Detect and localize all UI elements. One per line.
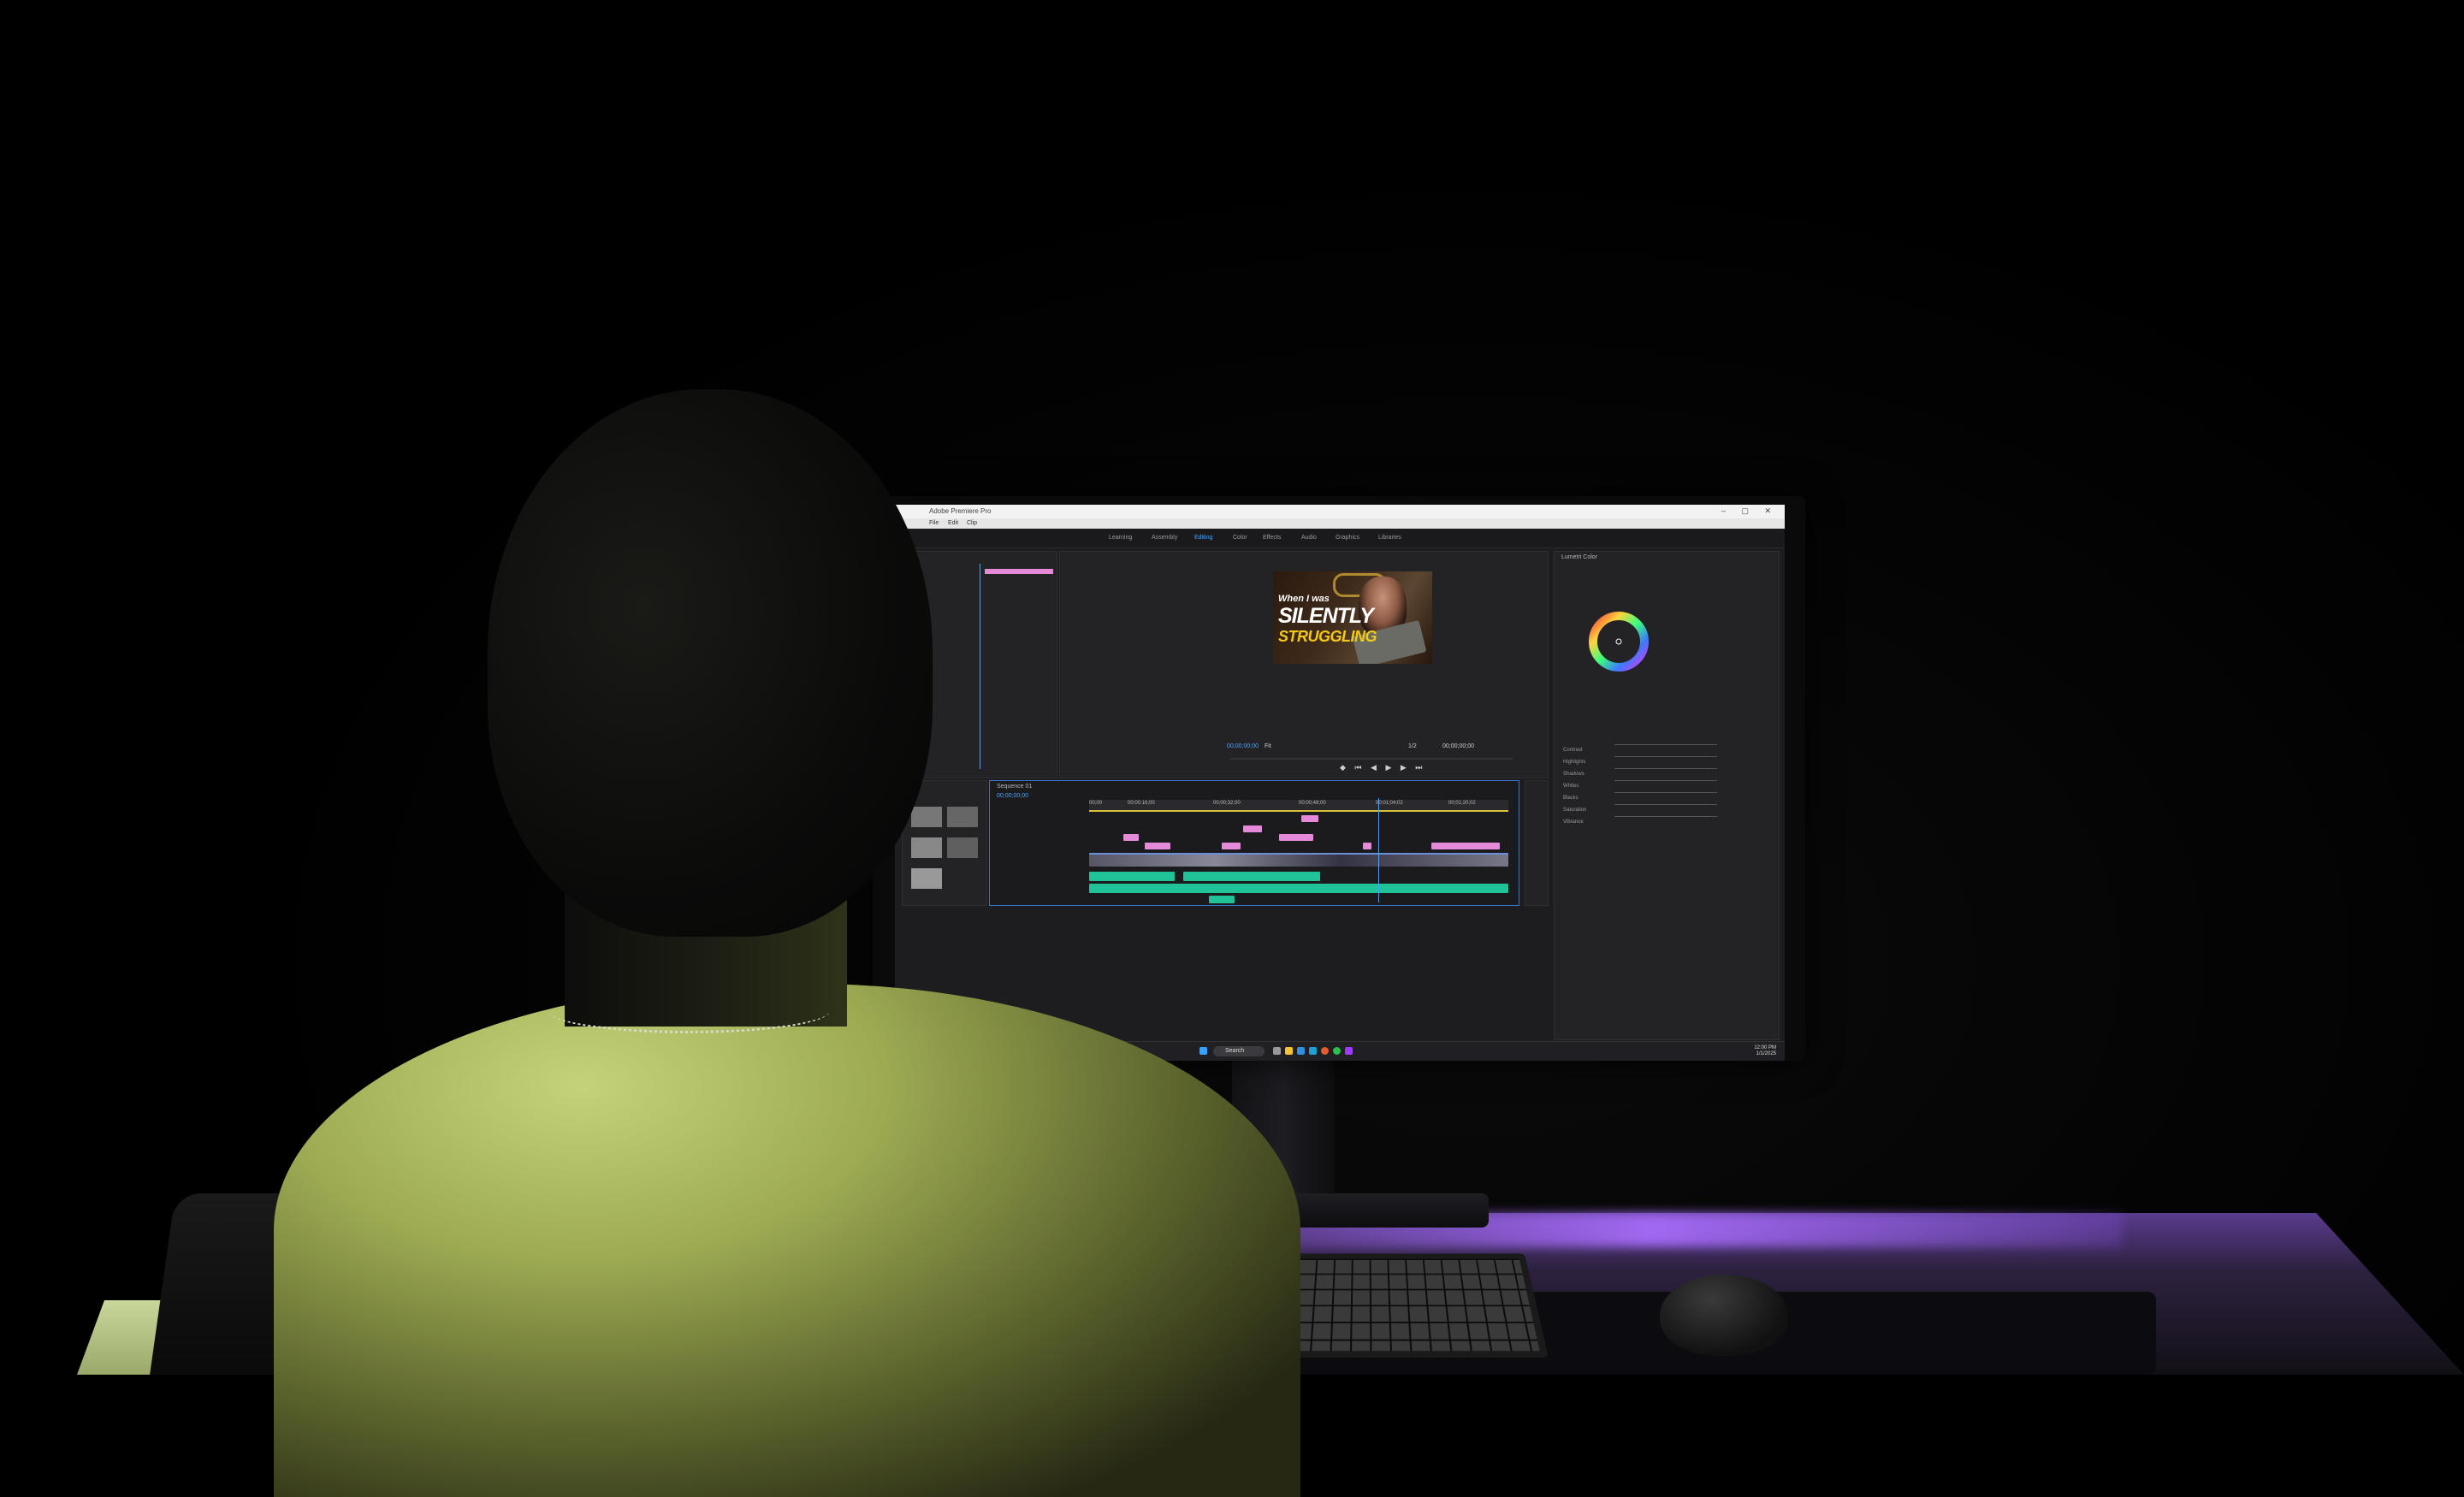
track-v3 — [1089, 825, 1508, 833]
timeline-timecode[interactable]: 00;00;00;00 — [997, 793, 1028, 799]
windows-start-icon[interactable] — [1199, 1047, 1207, 1055]
ruler-label: 00;00;32;00 — [1213, 801, 1241, 806]
timeline-clip[interactable] — [1145, 843, 1170, 849]
workspace-bar: Learning Assembly Editing Color Effects … — [895, 529, 1785, 548]
track-v2b — [1089, 843, 1508, 850]
taskbar-clock[interactable]: 12:00 PM 1/1/2025 — [1754, 1045, 1776, 1057]
ruler-label: 00;00;16;00 — [1128, 801, 1155, 806]
source-clip-bar — [985, 569, 1053, 574]
lumetri-title: Lumetri Color — [1561, 554, 1598, 560]
timeline-ruler[interactable]: 00;00 00;00;16;00 00;00;32;00 00;00;48;0… — [1089, 800, 1508, 812]
workspace-tab-assembly[interactable]: Assembly — [1152, 535, 1177, 541]
workspace-tab-audio[interactable]: Audio — [1301, 535, 1317, 541]
person-shoulders — [274, 984, 1300, 1497]
menu-bar: File Edit Clip — [895, 518, 1785, 529]
task-view-icon[interactable] — [1273, 1047, 1281, 1055]
timeline-clip[interactable] — [1243, 825, 1262, 832]
video-caption-line3: STRUGGLING — [1278, 628, 1377, 645]
spotify-icon[interactable] — [1333, 1047, 1341, 1055]
workspace-tab-libraries[interactable]: Libraries — [1378, 535, 1401, 541]
program-scrub-bar[interactable] — [1230, 758, 1513, 760]
lumetri-slider-list: Contrast Highlights Shadows Whites Black… — [1563, 740, 1768, 825]
track-v2 — [1089, 834, 1508, 842]
person-necklace — [548, 988, 830, 1033]
timeline-video-clip[interactable] — [1089, 853, 1508, 867]
window-title: Adobe Premiere Pro — [929, 507, 992, 515]
lumetri-color-panel: Lumetri Color Contrast Highlights Shadow… — [1554, 551, 1780, 1040]
track-a1 — [1089, 872, 1508, 882]
window-titlebar: Adobe Premiere Pro – ▢ ✕ — [895, 505, 1785, 518]
program-video-frame: When I was SILENTLY STRUGGLING — [1273, 571, 1432, 664]
color-wheel[interactable] — [1589, 612, 1649, 672]
video-caption-line2: SILENTLY — [1278, 604, 1374, 628]
lumetri-slider-row[interactable]: Contrast — [1563, 740, 1768, 753]
program-fit-select[interactable]: Fit — [1265, 743, 1271, 749]
mouse — [1660, 1275, 1788, 1356]
ruler-label: 00;01;04;02 — [1376, 801, 1403, 806]
window-controls[interactable]: – ▢ ✕ — [1721, 506, 1778, 516]
program-timecode[interactable]: 00;00;00;00 — [1227, 743, 1259, 749]
bin-thumbnail[interactable] — [911, 807, 942, 827]
program-resolution[interactable]: 1/2 — [1408, 743, 1417, 749]
clock-date: 1/1/2025 — [1756, 1051, 1776, 1056]
track-a3 — [1089, 896, 1508, 904]
transport-controls[interactable]: ◆ ⏮ ◀ ▶ ▶ ⏭ — [1340, 763, 1425, 772]
file-explorer-icon[interactable] — [1285, 1047, 1293, 1055]
timeline-playhead[interactable] — [1378, 798, 1380, 902]
bin-thumbnail[interactable] — [947, 837, 978, 858]
timeline-audio-clip[interactable] — [1089, 872, 1175, 881]
track-a2 — [1089, 884, 1508, 894]
lumetri-slider-row[interactable]: Highlights — [1563, 752, 1768, 765]
program-duration: 00;00;00;00 — [1442, 743, 1474, 749]
workspace-tab-effects[interactable]: Effects — [1263, 535, 1281, 541]
menu-file[interactable]: File — [929, 520, 939, 526]
workspace-tab-color[interactable]: Color — [1233, 535, 1247, 541]
workspace-tab-editing[interactable]: Editing — [1194, 535, 1212, 541]
video-caption-line1: When I was — [1278, 594, 1330, 604]
lumetri-slider-row[interactable]: Whites — [1563, 776, 1768, 789]
ruler-label: 00;01;20;02 — [1448, 801, 1476, 806]
ruler-label: 00;00 — [1089, 801, 1103, 806]
timeline-clip[interactable] — [1279, 834, 1313, 841]
bin-thumbnail[interactable] — [911, 837, 942, 858]
person-head — [488, 389, 933, 937]
edge-icon[interactable] — [1297, 1047, 1305, 1055]
timeline-audio-clip[interactable] — [1089, 884, 1508, 893]
menu-edit[interactable]: Edit — [948, 520, 958, 526]
sequence-tab[interactable]: Sequence 01 — [997, 784, 1032, 790]
premiere-icon[interactable] — [1345, 1047, 1353, 1055]
timeline-clip[interactable] — [1222, 843, 1241, 849]
monitor-screen: Adobe Premiere Pro – ▢ ✕ File Edit Clip … — [895, 505, 1785, 1061]
bin-thumbnail[interactable] — [947, 807, 978, 827]
taskbar-search[interactable]: Search — [1213, 1046, 1265, 1056]
clock-time: 12:00 PM — [1754, 1045, 1776, 1050]
workspace-tab-learning[interactable]: Learning — [1109, 535, 1132, 541]
workspace-tab-graphics[interactable]: Graphics — [1336, 535, 1359, 541]
timeline-clip[interactable] — [1431, 843, 1500, 849]
audio-meters-panel — [1525, 780, 1549, 906]
track-v1 — [1089, 853, 1508, 867]
timeline-audio-clip[interactable] — [1209, 896, 1235, 903]
menu-clip[interactable]: Clip — [967, 520, 977, 526]
timeline-clip[interactable] — [1363, 843, 1371, 849]
lumetri-slider-row[interactable]: Blacks — [1563, 788, 1768, 801]
timeline-audio-clip[interactable] — [1183, 872, 1320, 881]
chrome-icon[interactable] — [1321, 1047, 1329, 1055]
store-icon[interactable] — [1309, 1047, 1317, 1055]
lumetri-slider-row[interactable]: Shadows — [1563, 764, 1768, 777]
timeline-clip[interactable] — [1123, 834, 1139, 841]
lumetri-slider-row[interactable]: Vibrance — [1563, 812, 1768, 825]
bin-thumbnail[interactable] — [911, 868, 942, 889]
timeline-clip[interactable] — [1301, 815, 1318, 822]
track-v4 — [1089, 815, 1508, 823]
timeline-panel: Sequence 01 00;00;00;00 00;00 00;00;16;0… — [989, 780, 1519, 906]
ruler-label: 00;00;48;00 — [1299, 801, 1326, 806]
lumetri-slider-row[interactable]: Saturation — [1563, 800, 1768, 813]
